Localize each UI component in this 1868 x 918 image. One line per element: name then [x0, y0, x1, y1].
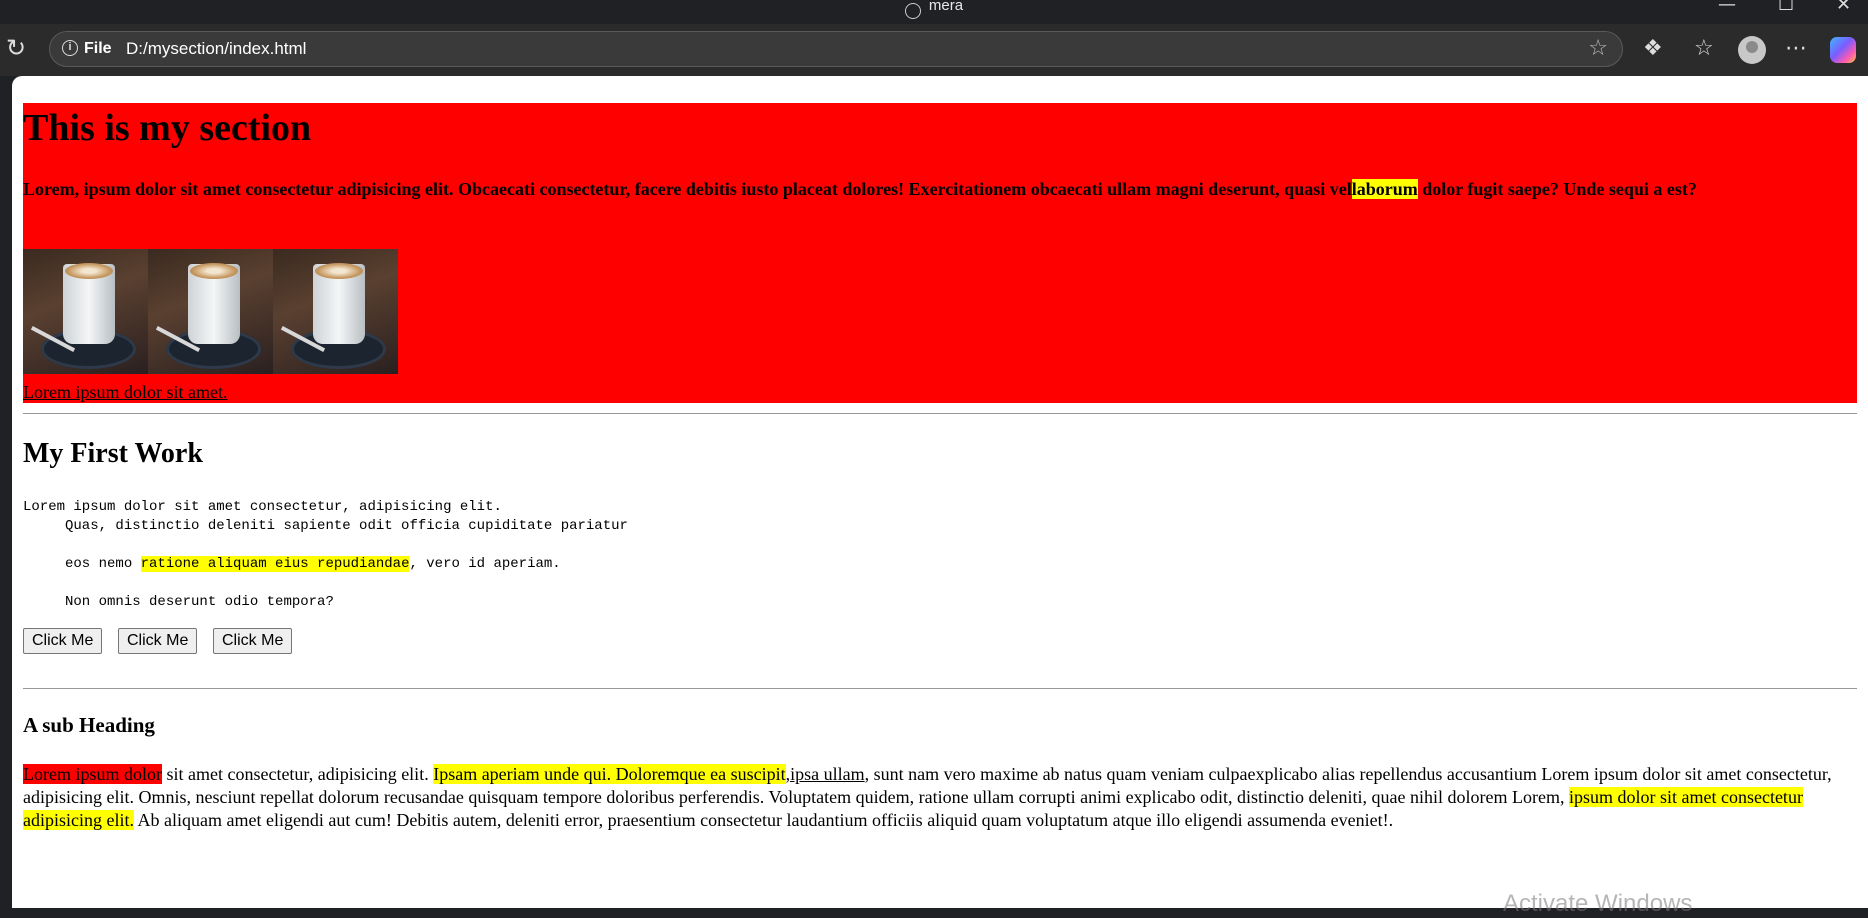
poem-line: Quas, distinctio deleniti sapiente odit … — [23, 518, 628, 534]
browser-toolbar: ↻ i File D:/mysection/index.html ☆ ❖ ☆ ⋯ — [0, 24, 1868, 76]
poem-line-end: , vero id aperiam. — [409, 556, 561, 572]
lead-highlight: laborum — [1351, 179, 1418, 199]
divider — [23, 688, 1857, 689]
favorite-star-icon[interactable]: ☆ — [1588, 36, 1608, 61]
coffee-image — [148, 249, 273, 374]
url-text[interactable]: D:/mysection/index.html — [126, 39, 306, 59]
favorites-icon[interactable]: ☆ — [1694, 36, 1714, 61]
body-paragraph: Lorem ipsum dolor sit amet consectetur, … — [23, 763, 1857, 832]
red-section: This is my section Lorem, ipsum dolor si… — [23, 103, 1857, 403]
minimize-icon[interactable]: — — [1718, 0, 1736, 15]
window-title: mera — [928, 0, 964, 14]
click-me-button-3[interactable]: Click Me — [213, 628, 293, 654]
address-bar[interactable]: i File D:/mysection/index.html ☆ — [49, 31, 1623, 67]
globe-icon — [904, 3, 921, 19]
activate-windows-watermark: Activate Windows — [1503, 890, 1693, 917]
red-highlight: Lorem ipsum dolor — [23, 764, 162, 784]
extensions-icon[interactable]: ❖ — [1643, 36, 1663, 61]
copilot-icon[interactable] — [1830, 37, 1856, 63]
body-link[interactable]: ,ipsa ullam — [786, 764, 865, 784]
reload-icon[interactable]: ↻ — [6, 34, 26, 62]
body-text: Ab aliquam amet eligendi aut cum! Debiti… — [133, 810, 1394, 830]
lead-text-end: dolor fugit saepe? Unde sequi a est? — [1417, 179, 1697, 199]
coffee-image — [273, 249, 398, 374]
coffee-image — [23, 249, 148, 374]
poem-line: Lorem ipsum dolor sit amet consectetur, … — [23, 499, 502, 515]
section-heading: This is my section — [23, 107, 312, 149]
window-title-area: mera — [0, 0, 1868, 19]
click-me-button-2[interactable]: Click Me — [118, 628, 198, 654]
poem-line: Non omnis deserunt odio tempora? — [23, 594, 334, 610]
divider — [23, 413, 1857, 414]
poem-line: eos nemo — [23, 556, 141, 572]
image-row — [23, 249, 398, 374]
click-me-button-1[interactable]: Click Me — [23, 628, 103, 654]
section-link[interactable]: Lorem ipsum dolor sit amet. — [23, 381, 227, 403]
profile-avatar[interactable] — [1738, 36, 1766, 64]
more-icon[interactable]: ⋯ — [1785, 36, 1807, 61]
preformatted-text: Lorem ipsum dolor sit amet consectetur, … — [23, 498, 628, 612]
page-viewport: This is my section Lorem, ipsum dolor si… — [12, 76, 1868, 908]
window-titlebar: mera — ☐ ✕ — [0, 0, 1868, 24]
maximize-icon[interactable]: ☐ — [1778, 0, 1794, 15]
scheme-label: File — [84, 40, 112, 57]
close-icon[interactable]: ✕ — [1836, 0, 1851, 15]
yellow-highlight: Ipsam aperiam unde qui. Doloremque ea su… — [433, 764, 786, 784]
work-heading: My First Work — [23, 438, 203, 469]
section-lead-paragraph: Lorem, ipsum dolor sit amet consectetur … — [23, 178, 1857, 201]
body-text: sit amet consectetur, adipisicing elit. — [161, 764, 434, 784]
sub-heading: A sub Heading — [23, 713, 155, 737]
poem-highlight: ratione aliquam eius repudiandae — [140, 556, 410, 572]
lead-text: Lorem, ipsum dolor sit amet consectetur … — [23, 179, 1352, 199]
page-body: This is my section Lorem, ipsum dolor si… — [23, 103, 1857, 830]
info-icon[interactable]: i — [62, 40, 78, 56]
